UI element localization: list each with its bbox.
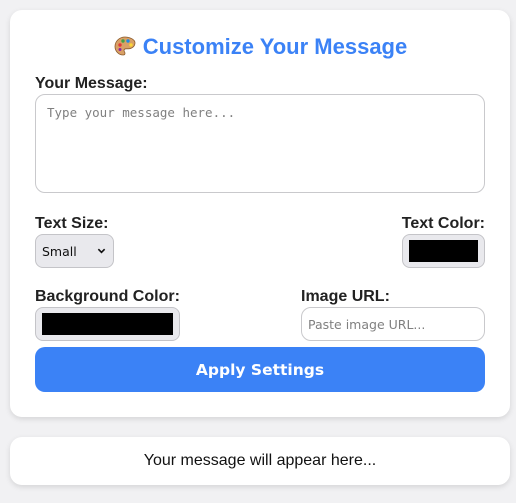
message-label: Your Message:	[35, 75, 148, 92]
page-title-text: Customize Your Message	[142, 34, 408, 59]
preview-text: Your message will appear here...	[143, 452, 377, 469]
palette-icon	[114, 36, 136, 56]
apply-settings-button[interactable]: Apply Settings	[35, 347, 485, 392]
chevron-down-icon	[97, 248, 106, 254]
background-color-label: Background Color:	[35, 288, 180, 305]
image-url-label: Image URL:	[301, 288, 390, 305]
background-color-swatch	[42, 313, 173, 335]
text-color-picker[interactable]	[402, 234, 485, 268]
settings-card: Customize Your Message Your Message: Typ…	[10, 10, 510, 417]
text-size-select[interactable]: Small	[35, 234, 114, 268]
text-color-label: Text Color:	[401, 215, 485, 232]
image-url-input[interactable]: Paste image URL...	[301, 307, 485, 341]
page-title: Customize Your Message	[10, 34, 510, 60]
text-size-value: Small	[42, 243, 77, 259]
background-color-picker[interactable]	[35, 307, 180, 341]
text-size-label: Text Size:	[35, 215, 109, 232]
text-color-swatch	[409, 240, 478, 262]
message-preview: Your message will appear here...	[10, 437, 510, 485]
message-textarea[interactable]: Type your message here...	[35, 94, 485, 193]
